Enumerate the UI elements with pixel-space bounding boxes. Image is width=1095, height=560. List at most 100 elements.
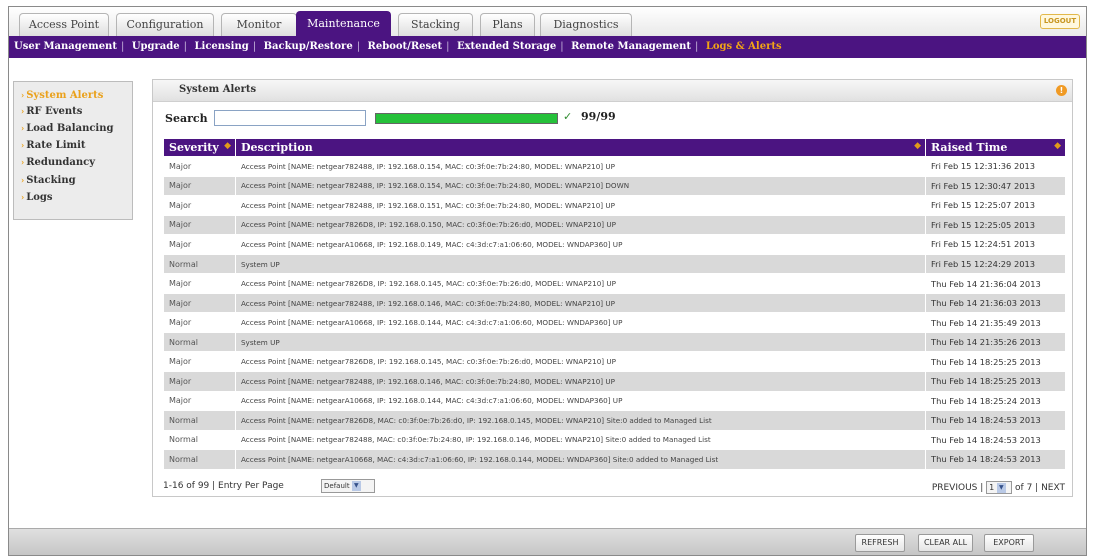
alerts-table: Severity ◆ Description ◆ Raised Time ◆ Majo… xyxy=(163,138,1066,470)
search-input[interactable] xyxy=(214,110,366,126)
column-header-raised-time[interactable]: Raised Time ◆ xyxy=(925,138,1066,157)
table-row[interactable]: Normal Access Point [NAME: netgearA10668,… xyxy=(163,449,1066,470)
table-row[interactable]: Major Access Point [NAME: netgear782488, … xyxy=(163,156,1066,177)
description-cell: Access Point [NAME: netgear7826D8, IP: 1… xyxy=(235,351,926,373)
raised-time-cell: Thu Feb 14 21:36:04 2013 xyxy=(925,273,1066,294)
page-select[interactable]: 1 ▼ xyxy=(986,481,1013,494)
description-cell: Access Point [NAME: netgear782488, IP: 1… xyxy=(235,292,926,314)
bullet-icon: › xyxy=(21,106,25,116)
tab-access-point[interactable]: Access Point xyxy=(19,13,109,36)
submenu-upgrade[interactable]: Upgrade xyxy=(132,41,180,52)
sort-icon[interactable]: ◆ xyxy=(914,141,921,151)
help-icon[interactable]: ! xyxy=(1056,85,1067,96)
column-header-severity[interactable]: Severity ◆ xyxy=(163,138,236,157)
system-alerts-panel: System Alerts ! Search ✓ 99/99 Severity ◆… xyxy=(152,79,1073,497)
severity-cell: Major xyxy=(163,371,236,392)
table-row[interactable]: Normal System UP Thu Feb 14 21:35:26 2013 xyxy=(163,331,1066,353)
tab-monitor[interactable]: Monitor xyxy=(221,13,297,36)
bullet-icon: › xyxy=(21,140,25,150)
table-row[interactable]: Major Access Point [NAME: netgear7826D8, … xyxy=(163,351,1066,373)
severity-cell: Major xyxy=(163,156,236,177)
submenu-separator: | xyxy=(252,41,257,52)
description-cell: System UP xyxy=(235,253,926,275)
submenu-reboot-reset[interactable]: Reboot/Reset xyxy=(368,41,443,52)
description-cell: Access Point [NAME: netgearA10668, IP: 1… xyxy=(235,234,926,255)
nav-item-rf-events[interactable]: › RF Events xyxy=(21,106,82,117)
submenu-user-management[interactable]: User Management xyxy=(14,41,117,52)
description-cell: Access Point [NAME: netgear7826D8, MAC: … xyxy=(235,410,926,431)
panel-title: System Alerts xyxy=(179,84,257,95)
table-row[interactable]: Major Access Point [NAME: netgear782488, … xyxy=(163,175,1066,197)
entries-per-page-select[interactable]: Default ▼ xyxy=(321,479,375,493)
severity-cell: Major xyxy=(163,214,236,236)
nav-item-stacking[interactable]: › Stacking xyxy=(21,175,76,186)
bullet-icon: › xyxy=(21,175,25,185)
logout-button[interactable]: LOGOUT xyxy=(1040,14,1080,29)
sort-icon[interactable]: ◆ xyxy=(224,141,231,151)
description-cell: Access Point [NAME: netgearA10668, MAC: … xyxy=(235,449,926,470)
nav-item-label: Logs xyxy=(26,192,53,203)
raised-time-cell: Fri Feb 15 12:24:51 2013 xyxy=(925,234,1066,255)
severity-cell: Normal xyxy=(163,449,236,470)
next-page-link[interactable]: NEXT xyxy=(1041,483,1065,493)
export-button[interactable]: EXPORT xyxy=(984,534,1034,552)
table-row[interactable]: Major Access Point [NAME: netgearA10668, … xyxy=(163,312,1066,333)
nav-item-redundancy[interactable]: › Redundancy xyxy=(21,157,95,168)
table-row[interactable]: Major Access Point [NAME: netgear7826D8, … xyxy=(163,214,1066,236)
table-row[interactable]: Major Access Point [NAME: netgear782488, … xyxy=(163,195,1066,216)
page-count: of 7 | xyxy=(1015,483,1039,493)
table-row[interactable]: Major Access Point [NAME: netgear782488, … xyxy=(163,292,1066,314)
raised-time-cell: Thu Feb 14 18:25:24 2013 xyxy=(925,390,1066,412)
raised-time-cell: Thu Feb 14 18:24:53 2013 xyxy=(925,410,1066,431)
tab-plans[interactable]: Plans xyxy=(480,13,535,36)
refresh-button[interactable]: REFRESH xyxy=(855,534,905,552)
page-select-value: 1 xyxy=(989,483,995,492)
table-header-row: Severity ◆ Description ◆ Raised Time ◆ xyxy=(163,138,1066,157)
tab-stacking[interactable]: Stacking xyxy=(398,13,473,36)
table-row[interactable]: Normal Access Point [NAME: netgear782488,… xyxy=(163,429,1066,451)
table-row[interactable]: Major Access Point [NAME: netgearA10668, … xyxy=(163,234,1066,255)
description-cell: Access Point [NAME: netgear782488, MAC: … xyxy=(235,429,926,451)
nav-item-rate-limit[interactable]: › Rate Limit xyxy=(21,140,86,151)
app-window: Access Point Configuration Monitor Maint… xyxy=(8,6,1087,556)
search-label: Search xyxy=(165,112,208,125)
description-cell: Access Point [NAME: netgear782488, IP: 1… xyxy=(235,156,926,177)
nav-item-logs[interactable]: › Logs xyxy=(21,192,53,203)
severity-cell: Normal xyxy=(163,410,236,431)
submenu-remote-management[interactable]: Remote Management xyxy=(571,41,691,52)
pagination: PREVIOUS | 1 ▼ of 7 | NEXT xyxy=(932,481,1065,494)
tab-configuration[interactable]: Configuration xyxy=(116,13,214,36)
nav-item-label: Rate Limit xyxy=(26,140,86,151)
submenu-backup-restore[interactable]: Backup/Restore xyxy=(264,41,353,52)
raised-time-cell: Fri Feb 15 12:31:36 2013 xyxy=(925,156,1066,177)
submenu-extended-storage[interactable]: Extended Storage xyxy=(457,41,556,52)
progress-count: 99/99 xyxy=(581,110,616,123)
nav-item-load-balancing[interactable]: › Load Balancing xyxy=(21,123,114,134)
clear-all-button[interactable]: CLEAR ALL xyxy=(918,534,973,552)
sort-icon[interactable]: ◆ xyxy=(1054,141,1061,151)
raised-time-cell: Thu Feb 14 18:25:25 2013 xyxy=(925,371,1066,392)
severity-cell: Normal xyxy=(163,331,236,353)
table-row[interactable]: Normal Access Point [NAME: netgear7826D8,… xyxy=(163,410,1066,431)
table-row[interactable]: Normal System UP Fri Feb 15 12:24:29 2013 xyxy=(163,253,1066,275)
alerts-table-body: Major Access Point [NAME: netgear782488, … xyxy=(163,156,1066,470)
previous-page-link[interactable]: PREVIOUS | xyxy=(932,483,983,493)
left-navigation: › System Alerts › RF Events › Load Balancin… xyxy=(13,81,133,220)
table-row[interactable]: Major Access Point [NAME: netgear7826D8, … xyxy=(163,273,1066,294)
table-row[interactable]: Major Access Point [NAME: netgear782488, … xyxy=(163,371,1066,392)
description-cell: System UP xyxy=(235,331,926,353)
nav-item-system-alerts[interactable]: › System Alerts xyxy=(21,90,103,101)
severity-cell: Normal xyxy=(163,429,236,451)
column-header-label: Raised Time xyxy=(931,141,1008,154)
column-header-description[interactable]: Description ◆ xyxy=(235,138,926,157)
table-row[interactable]: Major Access Point [NAME: netgearA10668, … xyxy=(163,390,1066,412)
submenu-separator: | xyxy=(356,41,361,52)
submenu-separator: | xyxy=(120,41,125,52)
submenu-licensing[interactable]: Licensing xyxy=(194,41,248,52)
description-cell: Access Point [NAME: netgear782488, IP: 1… xyxy=(235,175,926,197)
tab-diagnostics[interactable]: Diagnostics xyxy=(540,13,632,36)
tab-maintenance[interactable]: Maintenance xyxy=(296,11,391,36)
entries-info: 1-16 of 99 | Entry Per Page xyxy=(163,481,284,491)
severity-cell: Major xyxy=(163,390,236,412)
submenu-logs-alerts[interactable]: Logs & Alerts xyxy=(706,41,782,52)
